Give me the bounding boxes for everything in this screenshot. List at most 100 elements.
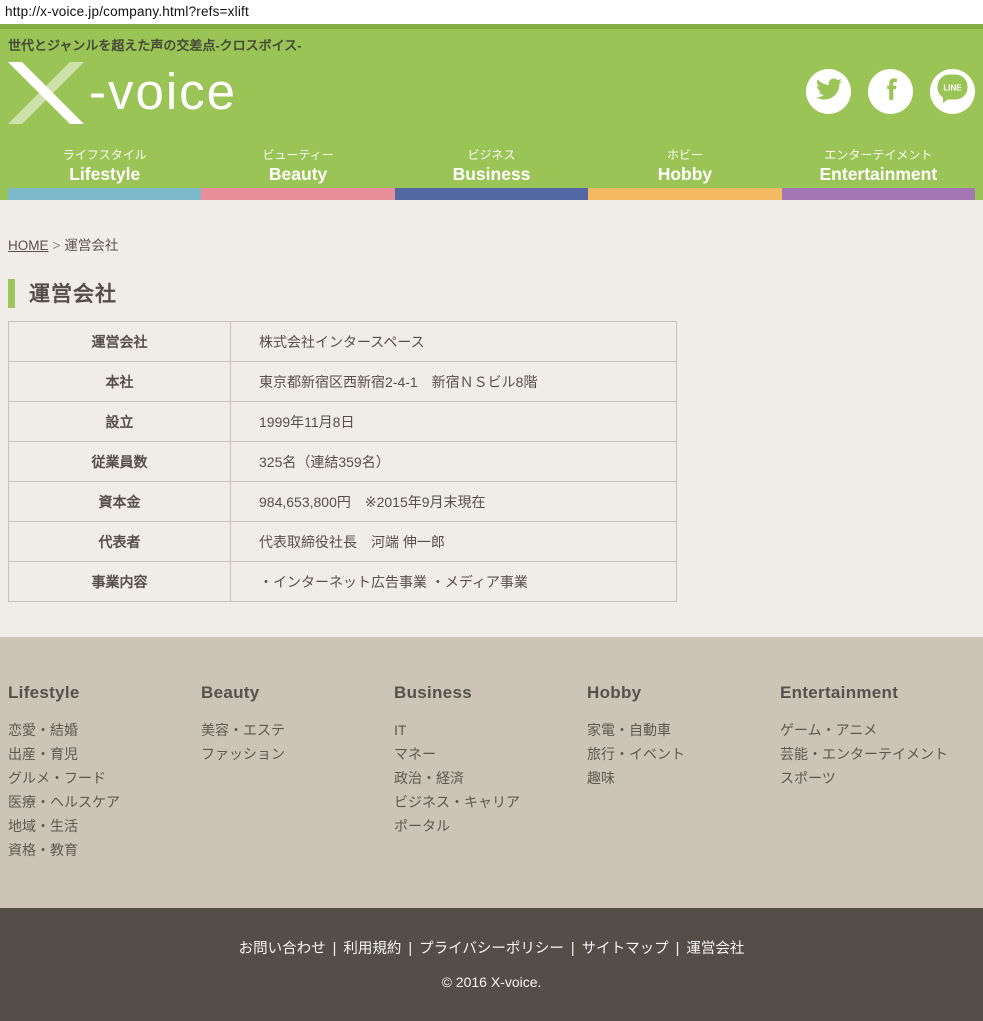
nav-label-en: Entertainment bbox=[782, 164, 975, 185]
facebook-button[interactable] bbox=[868, 69, 913, 114]
social-links: LINE bbox=[806, 69, 975, 114]
site-tagline: 世代とジャンルを超えた声の交差点-クロスボイス- bbox=[0, 29, 983, 56]
row-label: 資本金 bbox=[9, 482, 231, 522]
nav-label-jp: ビジネス bbox=[395, 144, 588, 163]
row-label: 事業内容 bbox=[9, 562, 231, 602]
breadcrumb-separator: > bbox=[53, 238, 61, 253]
footer-heading: Hobby bbox=[587, 683, 780, 703]
logo-row: -voice bbox=[0, 56, 983, 144]
site-logo[interactable]: -voice bbox=[8, 62, 237, 124]
footer-link[interactable]: グルメ・フード bbox=[8, 766, 106, 790]
breadcrumb: HOME >運営会社 bbox=[8, 234, 975, 254]
footer-link[interactable]: ビジネス・キャリア bbox=[394, 790, 520, 814]
nav-item-business[interactable]: ビジネス Business bbox=[395, 144, 588, 188]
nav-label-jp: エンターテイメント bbox=[782, 144, 975, 163]
logo-x-icon bbox=[8, 62, 86, 124]
table-row: 資本金 984,653,800円 ※2015年9月末現在 bbox=[9, 482, 677, 522]
row-label: 運営会社 bbox=[9, 322, 231, 362]
footer-link[interactable]: 医療・ヘルスケア bbox=[8, 790, 120, 814]
footer-link[interactable]: 家電・自動車 bbox=[587, 718, 671, 742]
row-value: 984,653,800円 ※2015年9月末現在 bbox=[231, 482, 677, 522]
footer-heading: Lifestyle bbox=[8, 683, 201, 703]
nav-item-entertainment[interactable]: エンターテイメント Entertainment bbox=[782, 144, 975, 188]
link-separator: | bbox=[571, 941, 575, 957]
strip-lifestyle bbox=[8, 188, 201, 200]
nav-label-en: Beauty bbox=[201, 164, 394, 185]
contact-link[interactable]: お問い合わせ bbox=[239, 941, 326, 957]
table-row: 運営会社 株式会社インタースペース bbox=[9, 322, 677, 362]
footer-heading: Business bbox=[394, 683, 587, 703]
terms-link[interactable]: 利用規約 bbox=[343, 941, 401, 957]
strip-entertainment bbox=[782, 188, 975, 200]
footer-col-beauty: Beauty 美容・エステ ファッション bbox=[201, 683, 394, 908]
footer-link[interactable]: ファッション bbox=[201, 742, 285, 766]
nav-item-lifestyle[interactable]: ライフスタイル Lifestyle bbox=[8, 144, 201, 188]
footer-col-hobby: Hobby 家電・自動車 旅行・イベント 趣味 bbox=[587, 683, 780, 908]
link-separator: | bbox=[408, 941, 412, 957]
privacy-policy-link[interactable]: プライバシーポリシー bbox=[419, 941, 564, 957]
footer-link[interactable]: 趣味 bbox=[587, 766, 615, 790]
table-row: 本社 東京都新宿区西新宿2-4-1 新宿ＮＳビル8階 bbox=[9, 362, 677, 402]
row-label: 代表者 bbox=[9, 522, 231, 562]
bottom-bar: お問い合わせ|利用規約|プライバシーポリシー|サイトマップ|運営会社 © 201… bbox=[0, 908, 983, 1021]
title-accent-bar bbox=[8, 279, 15, 308]
category-color-strip bbox=[8, 188, 975, 200]
main-nav: ライフスタイル Lifestyle ビューティー Beauty ビジネス Bus… bbox=[8, 144, 975, 188]
footer-heading: Beauty bbox=[201, 683, 394, 703]
strip-business bbox=[395, 188, 588, 200]
table-row: 設立 1999年11月8日 bbox=[9, 402, 677, 442]
bottom-links: お問い合わせ|利用規約|プライバシーポリシー|サイトマップ|運営会社 bbox=[0, 937, 983, 958]
line-button[interactable]: LINE bbox=[930, 69, 975, 114]
footer-link[interactable]: マネー bbox=[394, 742, 436, 766]
nav-label-jp: ホビー bbox=[588, 144, 781, 163]
footer-link[interactable]: スポーツ bbox=[780, 766, 836, 790]
page-title-text: 運営会社 bbox=[29, 278, 117, 308]
facebook-icon bbox=[878, 76, 904, 107]
nav-item-hobby[interactable]: ホビー Hobby bbox=[588, 144, 781, 188]
footer-link[interactable]: 資格・教育 bbox=[8, 838, 78, 862]
company-info-table: 運営会社 株式会社インタースペース 本社 東京都新宿区西新宿2-4-1 新宿ＮＳ… bbox=[8, 321, 677, 602]
footer-link[interactable]: 旅行・イベント bbox=[587, 742, 685, 766]
twitter-button[interactable] bbox=[806, 69, 851, 114]
nav-label-en: Lifestyle bbox=[8, 164, 201, 185]
copyright: © 2016 X-voice. bbox=[0, 974, 983, 990]
twitter-icon bbox=[816, 76, 842, 107]
address-url: http://x-voice.jp/company.html?refs=xlif… bbox=[0, 0, 983, 24]
row-value: 株式会社インタースペース bbox=[231, 322, 677, 362]
footer-link[interactable]: ポータル bbox=[394, 814, 450, 838]
footer-col-business: Business IT マネー 政治・経済 ビジネス・キャリア ポータル bbox=[394, 683, 587, 908]
footer-link[interactable]: 芸能・エンターテイメント bbox=[780, 742, 948, 766]
site-header: 世代とジャンルを超えた声の交差点-クロスボイス- -voice bbox=[0, 24, 983, 200]
nav-label-en: Hobby bbox=[588, 164, 781, 185]
strip-beauty bbox=[201, 188, 394, 200]
footer-link[interactable]: 出産・育児 bbox=[8, 742, 78, 766]
row-value: 東京都新宿区西新宿2-4-1 新宿ＮＳビル8階 bbox=[231, 362, 677, 402]
footer-col-entertainment: Entertainment ゲーム・アニメ 芸能・エンターテイメント スポーツ bbox=[780, 683, 973, 908]
footer-link[interactable]: 政治・経済 bbox=[394, 766, 464, 790]
main-content: HOME>運営会社 運営会社 運営会社 株式会社インタースペース 本社 東京都新… bbox=[0, 200, 983, 637]
svg-text:LINE: LINE bbox=[943, 84, 962, 93]
breadcrumb-current: 運営会社 bbox=[64, 238, 118, 253]
table-row: 代表者 代表取締役社長 河端 伸一郎 bbox=[9, 522, 677, 562]
nav-label-en: Business bbox=[395, 164, 588, 185]
footer-link[interactable]: IT bbox=[394, 718, 406, 742]
row-value: 1999年11月8日 bbox=[231, 402, 677, 442]
footer-link[interactable]: 美容・エステ bbox=[201, 718, 285, 742]
row-value: 代表取締役社長 河端 伸一郎 bbox=[231, 522, 677, 562]
footer-link[interactable]: 地域・生活 bbox=[8, 814, 78, 838]
nav-label-jp: ビューティー bbox=[201, 144, 394, 163]
footer-col-lifestyle: Lifestyle 恋愛・結婚 出産・育児 グルメ・フード 医療・ヘルスケア 地… bbox=[8, 683, 201, 908]
breadcrumb-home-link[interactable]: HOME bbox=[8, 238, 49, 253]
logo-wordmark: -voice bbox=[89, 62, 237, 122]
row-label: 本社 bbox=[9, 362, 231, 402]
row-value: 325名（連結359名） bbox=[231, 442, 677, 482]
nav-label-jp: ライフスタイル bbox=[8, 144, 201, 163]
footer-link[interactable]: ゲーム・アニメ bbox=[780, 718, 877, 742]
sitemap-link[interactable]: サイトマップ bbox=[582, 941, 669, 957]
row-label: 従業員数 bbox=[9, 442, 231, 482]
nav-item-beauty[interactable]: ビューティー Beauty bbox=[201, 144, 394, 188]
sitemap-footer: Lifestyle 恋愛・結婚 出産・育児 グルメ・フード 医療・ヘルスケア 地… bbox=[0, 637, 983, 908]
company-link[interactable]: 運営会社 bbox=[686, 941, 744, 957]
footer-link[interactable]: 恋愛・結婚 bbox=[8, 718, 78, 742]
footer-heading: Entertainment bbox=[780, 683, 973, 703]
